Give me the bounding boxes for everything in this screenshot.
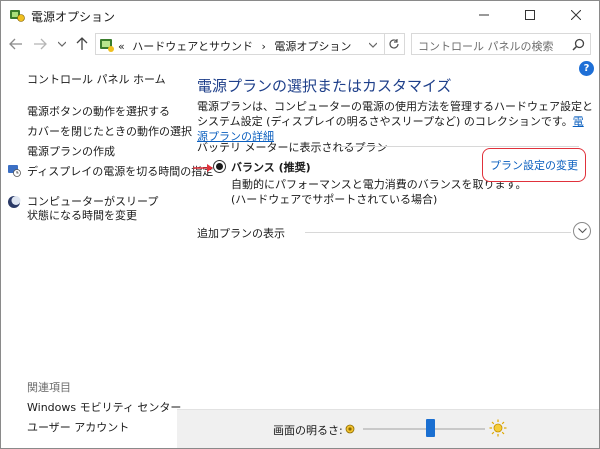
address-bar[interactable]: « ハードウェアとサウンド › 電源オプション: [95, 33, 385, 55]
search-placeholder: コントロール パネルの検索: [418, 40, 554, 53]
brightness-slider-thumb[interactable]: [426, 419, 436, 437]
forward-button[interactable]: [31, 35, 49, 53]
brightness-bar: 画面の明るさ:: [177, 409, 599, 448]
additional-plans-divider: [305, 232, 571, 233]
minimize-button[interactable]: [461, 1, 507, 29]
sidebar-item-sleep-time[interactable]: コンピューターがスリープ状態になる時間を変更: [27, 195, 169, 223]
power-options-window: 電源オプション « ハードウェアとサウンド › 電源オプション コントロール パ…: [0, 0, 600, 449]
group-divider: [339, 146, 579, 147]
arrow-left-icon: [9, 38, 22, 50]
main-content: 電源プランの選択またはカスタマイズ 電源プランは、コンピューターの電源の使用方法…: [177, 59, 599, 409]
breadcrumb-separator[interactable]: ›: [262, 40, 266, 53]
minimize-icon: [479, 14, 489, 16]
back-button[interactable]: [7, 35, 25, 53]
brightness-label: 画面の明るさ:: [273, 424, 343, 437]
breadcrumb-item-power-options[interactable]: 電源オプション: [274, 40, 351, 53]
window-title: 電源オプション: [31, 10, 116, 24]
control-panel-icon: [100, 39, 114, 52]
power-options-icon: [10, 10, 25, 22]
related-heading: 関連項目: [27, 381, 71, 394]
related-link-user-accounts[interactable]: ユーザー アカウント: [27, 419, 129, 435]
up-button[interactable]: [73, 35, 91, 53]
title-bar[interactable]: 電源オプション: [1, 1, 599, 29]
maximize-icon: [525, 10, 535, 20]
sidebar: コントロール パネル ホーム 電源ボタンの動作を選択する カバーを閉じたときの動…: [1, 59, 213, 448]
refresh-button[interactable]: [369, 33, 405, 55]
chevron-down-icon: [58, 41, 66, 47]
search-input[interactable]: コントロール パネルの検索: [411, 33, 591, 55]
close-button[interactable]: [553, 1, 599, 29]
close-icon: [571, 10, 581, 20]
navigation-bar: « ハードウェアとサウンド › 電源オプション コントロール パネルの検索: [1, 31, 599, 57]
plan-name[interactable]: バランス (推奨): [231, 159, 311, 175]
breadcrumb[interactable]: « ハードウェアとサウンド › 電源オプション: [118, 38, 351, 54]
breadcrumb-overflow[interactable]: «: [118, 40, 125, 53]
brightness-slider-track[interactable]: [363, 428, 485, 430]
change-plan-settings-link[interactable]: プラン設定の変更: [482, 148, 586, 182]
description-text: 電源プランは、コンピューターの電源の使用方法を管理するハードウェア設定とシステム…: [197, 100, 593, 128]
breadcrumb-item-hardware-sound[interactable]: ハードウェアとサウンド: [132, 40, 253, 53]
refresh-icon: [388, 39, 399, 49]
plan-description: 自動的にパフォーマンスと電力消費のバランスを取ります。(ハードウェアでサポートさ…: [231, 178, 527, 206]
brightness-low-icon: [345, 424, 355, 434]
sidebar-item-create-plan[interactable]: 電源プランの作成: [27, 143, 115, 159]
red-arrow-icon: [193, 164, 213, 172]
plan-radio-balanced[interactable]: [213, 160, 226, 173]
brightness-high-icon: [489, 419, 507, 437]
sidebar-home-link[interactable]: コントロール パネル ホーム: [27, 71, 166, 87]
sleep-moon-icon: [8, 196, 21, 208]
arrow-right-icon: [34, 38, 47, 50]
page-title: 電源プランの選択またはカスタマイズ: [197, 77, 452, 95]
maximize-button[interactable]: [507, 1, 553, 29]
chevron-down-icon: [369, 42, 377, 48]
expand-additional-plans-button[interactable]: [573, 222, 591, 240]
sidebar-item-close-lid[interactable]: カバーを閉じたときの動作の選択: [27, 123, 192, 139]
arrow-up-icon: [76, 37, 88, 50]
recent-locations-button[interactable]: [53, 35, 71, 53]
related-link-mobility-center[interactable]: Windows モビリティ センター: [27, 399, 181, 415]
chevron-down-icon: [577, 228, 587, 234]
group-title: バッテリ メーターに表示されるプラン: [197, 141, 388, 154]
sidebar-item-power-button[interactable]: 電源ボタンの動作を選択する: [27, 103, 170, 119]
search-icon[interactable]: [572, 38, 585, 51]
page-description: 電源プランは、コンピューターの電源の使用方法を管理するハードウェア設定とシステム…: [197, 99, 593, 144]
show-additional-plans-label[interactable]: 追加プランの表示: [197, 225, 285, 241]
display-timer-icon: [8, 165, 21, 177]
